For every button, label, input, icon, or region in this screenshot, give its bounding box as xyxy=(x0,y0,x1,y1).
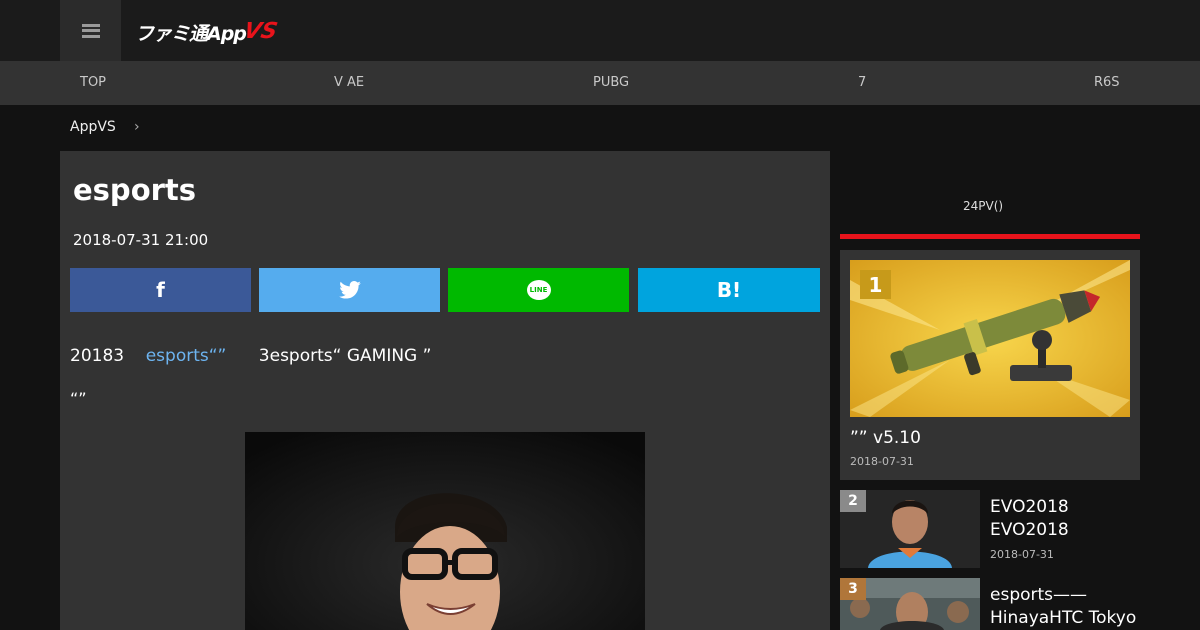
hatena-bookmark-button[interactable]: B! xyxy=(638,268,820,312)
portrait-image xyxy=(245,432,645,630)
ranking-title[interactable]: esports—— HinayaHTC Tokyo xyxy=(990,584,1140,630)
facebook-icon: f xyxy=(156,278,165,302)
nav-item-7[interactable]: 7 xyxy=(858,75,866,90)
article-paragraph: 20183 esports“” 3esports“ GAMING ” xyxy=(70,346,431,366)
ranking-item[interactable]: 3 esports—— HinayaHTC Tokyo xyxy=(840,578,1140,630)
nav-item-top[interactable]: TOP xyxy=(80,75,106,90)
site-header: ファミ通App VS xyxy=(0,0,1200,61)
rank-badge: 2 xyxy=(840,490,866,512)
facebook-share-button[interactable]: f xyxy=(70,268,251,312)
hamburger-icon xyxy=(81,23,100,38)
ranking-heading: 24PV() xyxy=(963,199,1004,213)
page-title: esports xyxy=(73,173,197,207)
logo-text-main: ファミ通App xyxy=(135,23,247,45)
nav-item-ae[interactable]: V AE xyxy=(334,75,364,90)
rank-badge: 3 xyxy=(840,578,866,600)
article-paragraph: “” xyxy=(70,389,87,408)
breadcrumb-home[interactable]: AppVS xyxy=(70,119,116,135)
rocket-launcher-image xyxy=(850,260,1130,417)
article-date: 2018-07-31 21:00 xyxy=(73,231,209,249)
menu-button[interactable] xyxy=(60,0,121,61)
ranking-thumbnail: 1 xyxy=(850,260,1130,417)
line-icon: LINE xyxy=(526,280,551,300)
esports-link[interactable]: esports“” xyxy=(146,346,227,366)
line-share-button[interactable]: LINE xyxy=(448,268,629,312)
hatena-bookmark-icon: B! xyxy=(716,278,742,302)
ranking-item[interactable]: 2 EVO2018 EVO2018 2018-07-31 xyxy=(840,490,1140,568)
logo-text-accent: VS xyxy=(241,19,280,44)
nav-item-pubg[interactable]: PUBG xyxy=(593,75,629,90)
twitter-icon xyxy=(338,281,361,299)
article: esports 2018-07-31 21:00 f LINE B! 20183… xyxy=(60,151,830,630)
ranking-date: 2018-07-31 xyxy=(990,548,1054,561)
nav-item-r6s[interactable]: R6S xyxy=(1094,75,1120,90)
ranking-divider xyxy=(840,234,1140,239)
ranking-thumbnail: 3 xyxy=(840,578,980,630)
ranking-item[interactable]: 1 ”” v5.10 2018-07-31 xyxy=(840,250,1140,480)
rank-badge: 1 xyxy=(860,270,891,299)
category-nav: TOP V AE PUBG 7 R6S xyxy=(0,61,1200,105)
breadcrumb-separator: › xyxy=(134,119,140,135)
ranking-title[interactable]: EVO2018 EVO2018 xyxy=(990,496,1140,542)
article-photo xyxy=(245,432,645,630)
paragraph-text: 20183 xyxy=(70,346,125,366)
site-logo[interactable]: ファミ通App VS xyxy=(135,14,280,48)
paragraph-text: 3esports“ GAMING ” xyxy=(258,346,432,366)
ranking-title[interactable]: ”” v5.10 xyxy=(850,428,921,448)
twitter-share-button[interactable] xyxy=(259,268,440,312)
ranking-thumbnail: 2 xyxy=(840,490,980,568)
ranking-date: 2018-07-31 xyxy=(850,455,914,468)
